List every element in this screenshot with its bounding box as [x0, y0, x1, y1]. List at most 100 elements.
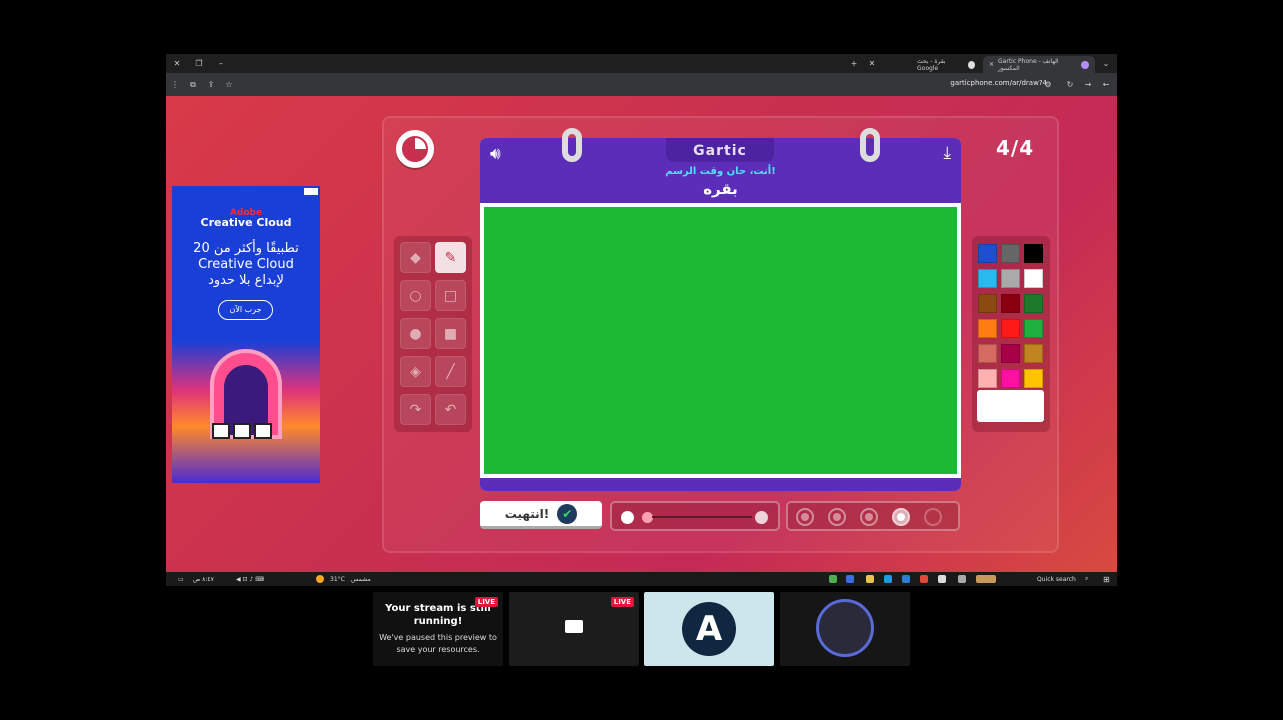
browser-toolbar: ⋮ ⧉ ⇪ ☆ garticphone.com/ar/draw?4 ⚙ ↻ → … — [166, 73, 1117, 96]
square-filled-icon[interactable]: ■ — [435, 318, 466, 349]
app2-taskbar-icon[interactable] — [902, 575, 910, 583]
download-icon[interactable]: ⤓ — [943, 143, 951, 163]
speaker-icon[interactable]: 🔊︎ — [490, 144, 501, 164]
color-swatch[interactable] — [1024, 319, 1043, 338]
color-swatch[interactable] — [1024, 344, 1043, 363]
explorer-taskbar-icon[interactable] — [866, 575, 874, 583]
site-settings-icon[interactable]: ⚙ — [1039, 80, 1057, 89]
minimize-window-icon[interactable]: – — [210, 59, 232, 68]
browser-tabbar: ✕ ❐ – + ✕ بقرة - بحث Google ✕ Gartic Pho… — [166, 54, 1117, 73]
opacity-selector — [786, 501, 960, 531]
round-counter: 4/4 — [996, 136, 1035, 160]
circle-filled-icon[interactable]: ● — [400, 318, 431, 349]
color-swatch[interactable] — [1001, 244, 1020, 263]
adobe-ad-banner[interactable]: Adobe Creative Cloud 20 تطبيقًا وأكثر من… — [172, 186, 320, 483]
undo-icon[interactable]: ↶ — [435, 394, 466, 425]
opacity-option[interactable] — [828, 508, 846, 526]
address-url[interactable]: garticphone.com/ar/draw?4 — [950, 79, 1047, 87]
stream-preview-paused[interactable]: LIVE Your stream is still running! We've… — [373, 592, 503, 666]
opacity-option[interactable] — [924, 508, 942, 526]
circle-outline-icon[interactable]: ○ — [400, 280, 431, 311]
menu-icon[interactable]: ⋮ — [166, 80, 184, 89]
color-swatch[interactable] — [1001, 344, 1020, 363]
widget-taskbar-icon[interactable] — [976, 575, 996, 583]
color-swatch[interactable] — [978, 369, 997, 388]
screen-share-icon — [565, 620, 583, 633]
size-slider-track[interactable] — [652, 516, 752, 518]
close-tab-icon[interactable]: ✕ — [861, 59, 883, 68]
tab-google-search[interactable]: بقرة - بحث Google — [911, 56, 981, 73]
eraser-icon[interactable]: ◆ — [400, 242, 431, 273]
stream-notice-body: We've paused this preview to save your r… — [379, 633, 497, 654]
color-swatch[interactable] — [978, 319, 997, 338]
notification-icon[interactable]: ▭ — [178, 576, 184, 583]
forward-icon[interactable]: → — [1079, 80, 1097, 89]
color-swatch[interactable] — [1001, 369, 1020, 388]
square-outline-icon[interactable]: □ — [435, 280, 466, 311]
app-taskbar-icon[interactable] — [846, 575, 854, 583]
close-window-icon[interactable]: ✕ — [166, 59, 188, 68]
drawing-canvas[interactable] — [484, 207, 957, 474]
size-dot-small — [621, 511, 634, 524]
color-swatch[interactable] — [978, 294, 997, 313]
windows-taskbar: ▭ ٨:٤٧ ص ◀ ⊡ ♪ ⌨ 31°C مشمس Quick search … — [166, 572, 1117, 586]
chrome-taskbar-icon[interactable] — [829, 575, 837, 583]
windows-start-icon[interactable]: ⊞ — [1103, 575, 1110, 584]
taskview-icon[interactable] — [958, 575, 966, 583]
taskbar-search[interactable]: Quick search — [1037, 576, 1076, 583]
pencil-icon[interactable]: ✎ — [435, 242, 466, 273]
timer-icon — [396, 130, 434, 168]
tool-panel: ◆ ✎ ○ □ ● ■ ◈ ╱ ↷ ↶ — [394, 236, 472, 432]
binder-ring-left — [562, 128, 582, 162]
opacity-option-selected[interactable] — [892, 508, 910, 526]
taskbar-time: ٨:٤٧ ص — [193, 575, 214, 583]
app3-taskbar-icon[interactable] — [920, 575, 928, 583]
color-swatch[interactable] — [1024, 369, 1043, 388]
gartic-favicon-icon — [1081, 60, 1089, 69]
prompt-label: أنت، حان وقت الرسم! — [665, 166, 776, 177]
app4-taskbar-icon[interactable] — [938, 575, 946, 583]
color-swatch[interactable] — [1024, 244, 1043, 263]
stream-preview-screen[interactable]: LIVE — [509, 592, 639, 666]
brush-size-slider[interactable] — [610, 501, 780, 531]
restore-window-icon[interactable]: ❐ — [188, 59, 210, 68]
line-icon[interactable]: ╱ — [435, 356, 466, 387]
stream-preview-logo[interactable]: A — [644, 592, 774, 666]
done-button[interactable]: انتهيت! ✔ — [480, 501, 602, 529]
opacity-option[interactable] — [796, 508, 814, 526]
tray-icons[interactable]: ◀ ⊡ ♪ ⌨ — [236, 576, 264, 583]
weather-label: مشمس — [351, 575, 371, 583]
ad-cta-button[interactable]: جرب الآن — [218, 300, 273, 320]
redo-icon[interactable]: ↷ — [400, 394, 431, 425]
tab-close-icon[interactable]: ✕ — [989, 61, 994, 68]
tab-gartic-phone[interactable]: ✕ Gartic Phone - الهاتف المكسور — [983, 56, 1095, 73]
live-badge: LIVE — [474, 597, 498, 607]
share-icon[interactable]: ⇪ — [202, 80, 220, 89]
fill-bucket-icon[interactable]: ◈ — [400, 356, 431, 387]
google-favicon-icon — [967, 60, 975, 69]
color-swatch[interactable] — [1024, 294, 1043, 313]
stream-preview-avatar[interactable] — [780, 592, 910, 666]
bookmark-star-icon[interactable]: ☆ — [220, 80, 238, 89]
tab-title: Gartic Phone - الهاتف المكسور — [998, 57, 1059, 72]
extensions-icon[interactable]: ⧉ — [184, 80, 202, 90]
color-swatch[interactable] — [1001, 294, 1020, 313]
edge-taskbar-icon[interactable] — [884, 575, 892, 583]
prompt-word: بقره — [703, 180, 738, 198]
gartic-logo: Gartic — [666, 138, 774, 162]
color-swatch[interactable] — [1024, 269, 1043, 288]
color-swatch[interactable] — [1001, 269, 1020, 288]
color-swatch[interactable] — [1001, 319, 1020, 338]
opacity-option[interactable] — [860, 508, 878, 526]
ad-tiles — [212, 423, 272, 439]
reload-icon[interactable]: ↻ — [1061, 80, 1079, 89]
back-icon[interactable]: ← — [1097, 80, 1115, 89]
ad-copy: 20 تطبيقًا وأكثر من Creative Cloud لإبدا… — [193, 241, 299, 288]
tab-search-chevron-icon[interactable]: ⌄ — [1095, 59, 1117, 68]
color-swatch[interactable] — [978, 269, 997, 288]
search-icon[interactable]: ⌕ — [1085, 575, 1088, 583]
color-swatch[interactable] — [978, 244, 997, 263]
color-swatch[interactable] — [978, 344, 997, 363]
ad-info-icon[interactable] — [304, 188, 318, 195]
live-badge: LIVE — [610, 597, 634, 607]
